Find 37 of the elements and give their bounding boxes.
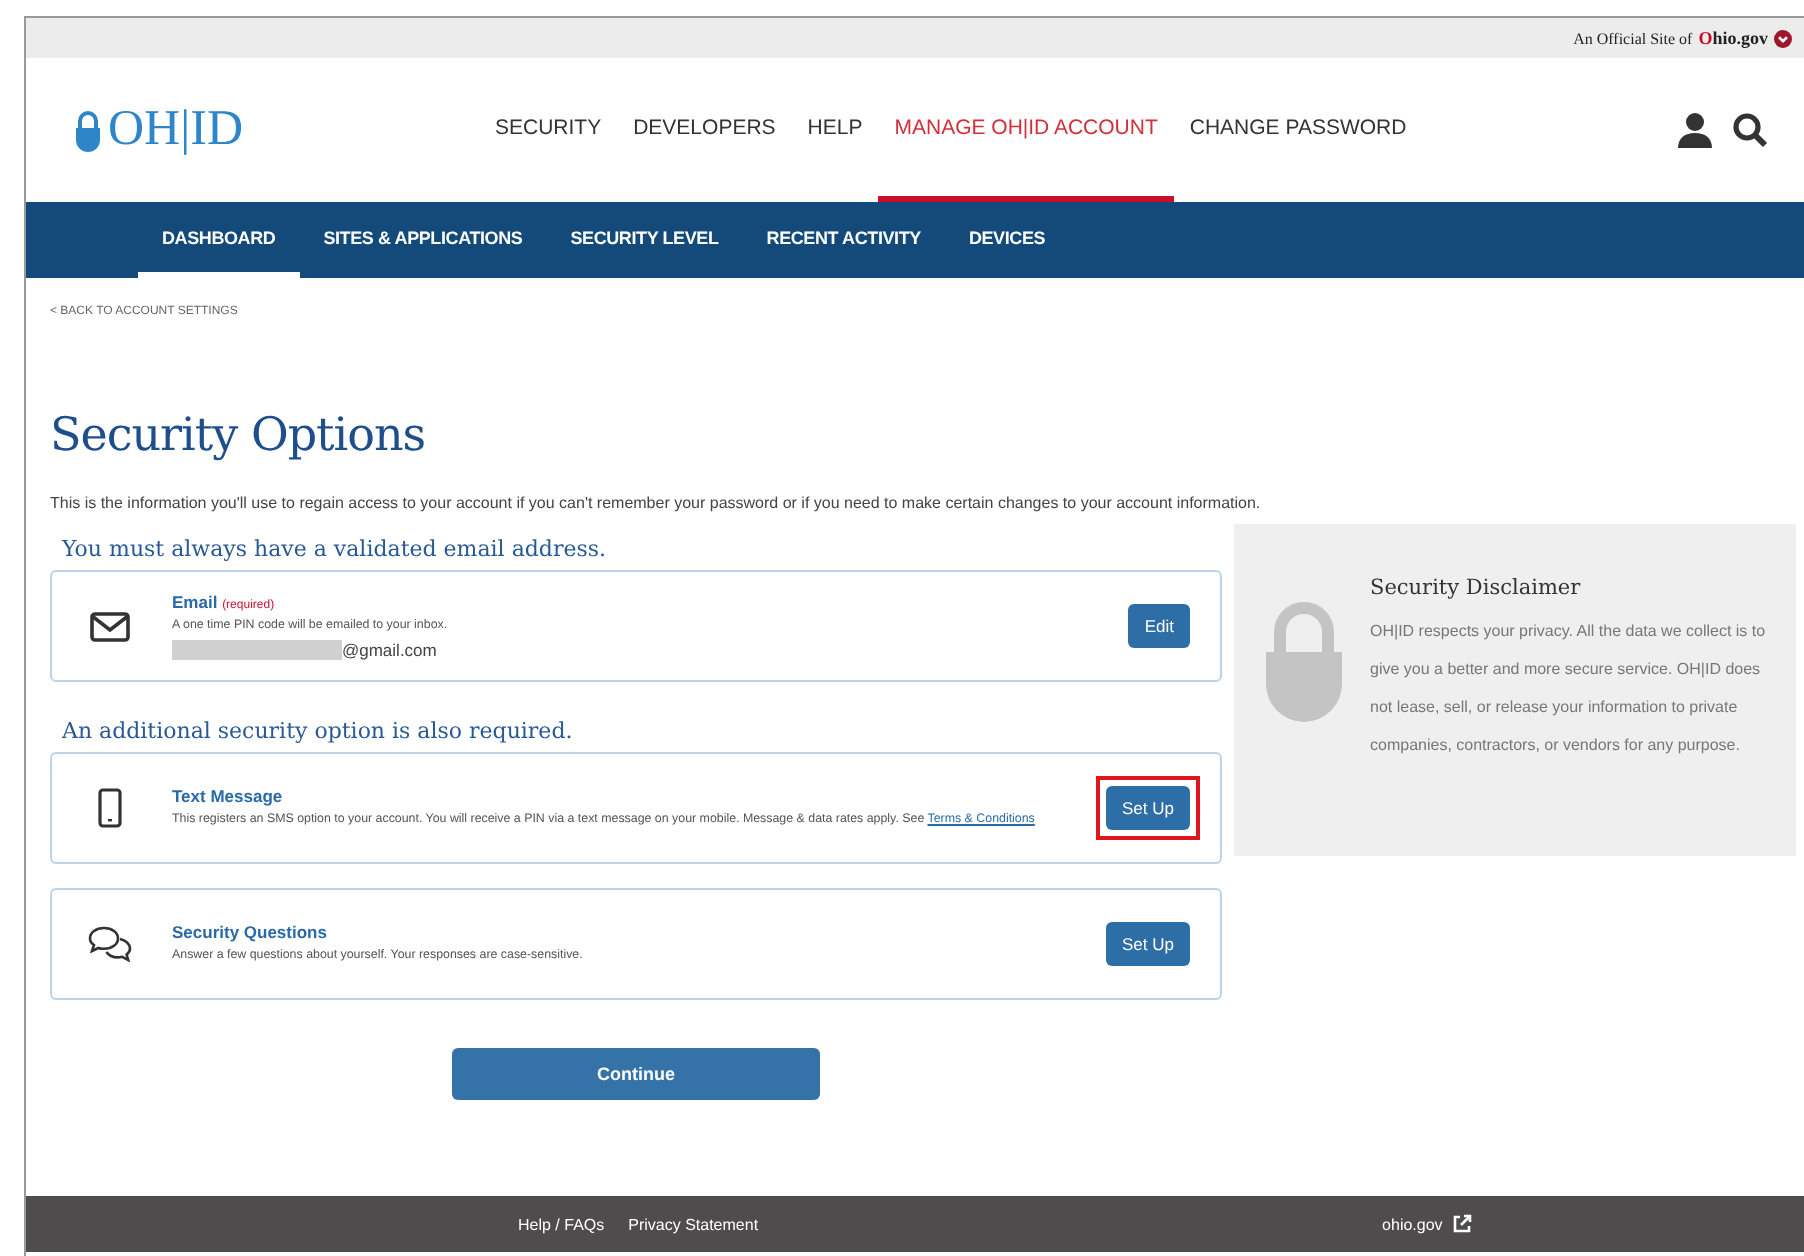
nav-link[interactable]: HELP (791, 58, 879, 202)
envelope-icon (90, 611, 130, 641)
footer-link[interactable]: Privacy Statement (628, 1215, 759, 1233)
footer-link[interactable]: Help / FAQs (518, 1215, 605, 1233)
disclaimer-title: Security Disclaimer (1370, 576, 1583, 600)
external-link-icon[interactable] (1452, 1214, 1473, 1234)
subnav-tab[interactable]: RECENT ACTIVITY (742, 202, 945, 278)
subnav-tab[interactable]: SECURITY LEVEL (546, 202, 743, 278)
page-title: Security Options (50, 410, 428, 462)
option-title: Security Questions (172, 922, 329, 943)
subnav-tab[interactable]: DASHBOARD (138, 202, 300, 278)
setup-button[interactable]: Set Up (1106, 922, 1190, 966)
site-logo[interactable]: OH|ID (108, 102, 243, 158)
continue-button[interactable]: Continue (452, 1048, 820, 1100)
chat-bubbles-icon (88, 926, 132, 962)
subnav-tab[interactable]: DEVICES (944, 202, 1070, 278)
nav-link[interactable]: SECURITY (479, 58, 618, 202)
email-value: @gmail.com (342, 639, 437, 660)
intro-text: This is the information you'll use to regain access to your account if you can't remember your password or if you need to make certain changes to your account information. (50, 494, 1263, 512)
section-heading: An additional security option is also required. (62, 718, 575, 744)
official-site-text: An Official Site of (1573, 29, 1693, 47)
search-icon[interactable] (1732, 112, 1768, 148)
ohio-gov-logo[interactable]: Ohio.gov (1698, 28, 1768, 48)
disclaimer-text: OH|ID respects your privacy. All the data we collect is to give you a better and more secure service. OH|ID does not lease, sell, or release your information to private companies, contractors, or vendors for any purpose. (1370, 620, 1768, 758)
footer-link[interactable]: ohio.gov (1382, 1215, 1443, 1233)
option-title: Text Message (172, 786, 285, 807)
padlock-icon (1262, 596, 1346, 724)
user-icon[interactable] (1678, 112, 1712, 148)
padlock-icon (74, 109, 102, 151)
section-heading: You must always have a validated email address. (62, 536, 609, 562)
subnav-tab[interactable]: SITES & APPLICATIONS (299, 202, 547, 278)
setup-button[interactable]: Edit (1128, 604, 1190, 648)
nav-link[interactable]: CHANGE PASSWORD (1173, 58, 1423, 202)
chevron-down-icon[interactable] (1774, 29, 1792, 47)
nav-link[interactable]: DEVELOPERS (617, 58, 792, 202)
phone-icon (98, 788, 122, 828)
setup-button[interactable]: Set Up (1106, 786, 1190, 830)
